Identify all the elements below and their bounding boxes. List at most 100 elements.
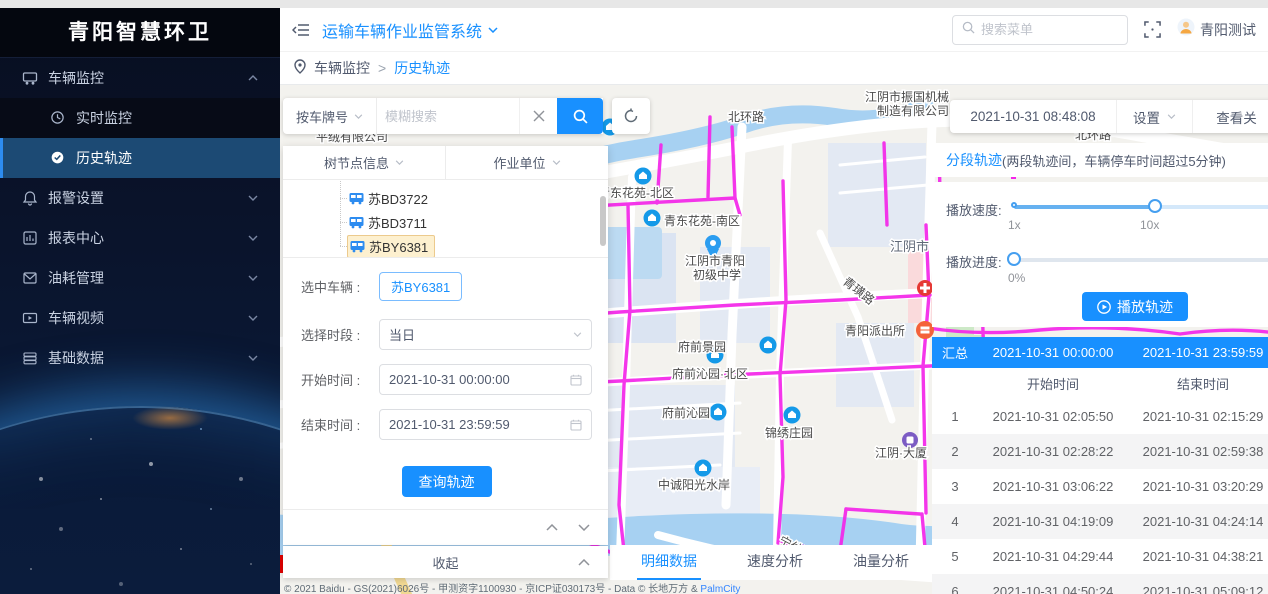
- page-up-icon[interactable]: [546, 524, 558, 531]
- sidebar-item-report-center[interactable]: 报表中心: [0, 218, 280, 258]
- summary-label: 汇总: [932, 343, 978, 362]
- table-row[interactable]: 6 2021-10-31 04:50:24 2021-10-31 05:09:1…: [932, 574, 1268, 594]
- play-track-button[interactable]: 播放轨迹: [1082, 292, 1188, 321]
- menu-search-input[interactable]: [981, 22, 1101, 37]
- refresh-button[interactable]: [612, 98, 650, 134]
- poi-icon[interactable]: [644, 210, 661, 227]
- search-type-select[interactable]: 按车牌号: [283, 98, 377, 134]
- sidebar-item-base-data[interactable]: 基础数据: [0, 338, 280, 378]
- header-right: 青阳测试: [952, 15, 1256, 45]
- user-menu[interactable]: 青阳测试: [1177, 18, 1256, 41]
- bus-icon: [349, 216, 364, 229]
- sidebar-item-vehicle-monitor[interactable]: 车辆监控: [0, 58, 280, 98]
- segment-track-title[interactable]: 分段轨迹: [946, 150, 1002, 170]
- segment-track-header: 分段轨迹 (两段轨迹间，车辆停车时间超过5分钟): [932, 143, 1268, 177]
- page-down-icon[interactable]: [578, 524, 590, 531]
- chevron-down-icon: [248, 315, 258, 321]
- end-time-input[interactable]: 2021-10-31 23:59:59: [379, 409, 592, 440]
- panel-pager: [283, 509, 608, 545]
- hospital-icon[interactable]: [917, 280, 933, 296]
- settings-dropdown[interactable]: 设置: [1116, 100, 1192, 133]
- speed-slider[interactable]: [1014, 205, 1268, 209]
- table-row[interactable]: 3 2021-10-31 03:06:22 2021-10-31 03:20:2…: [932, 469, 1268, 504]
- svg-text:青东花苑-北区: 青东花苑-北区: [598, 185, 674, 200]
- query-track-button[interactable]: 查询轨迹: [402, 466, 492, 497]
- speed-label: 播放速度:: [946, 200, 1002, 219]
- fuzzy-search-input[interactable]: [377, 98, 519, 134]
- poi-icon[interactable]: [760, 337, 777, 354]
- poi-icon[interactable]: [784, 407, 801, 424]
- progress-slider[interactable]: [1014, 258, 1268, 262]
- tab-detail-data[interactable]: 明细数据: [616, 551, 722, 580]
- table-row[interactable]: 5 2021-10-31 04:29:44 2021-10-31 04:38:2…: [932, 539, 1268, 574]
- poi-icon[interactable]: [635, 168, 652, 185]
- table-row[interactable]: 1 2021-10-31 02:05:50 2021-10-31 02:15:2…: [932, 399, 1268, 434]
- breadcrumb-current[interactable]: 历史轨迹: [394, 58, 450, 78]
- col-end-time: 结束时间: [1128, 374, 1268, 393]
- database-icon: [22, 350, 38, 366]
- table-row[interactable]: 2 2021-10-31 02:28:22 2021-10-31 02:59:3…: [932, 434, 1268, 469]
- collapse-panel-button[interactable]: 收起: [283, 546, 608, 578]
- summary-start: 2021-10-31 00:00:00: [978, 345, 1128, 360]
- svg-text:江阴市青阳: 江阴市青阳: [685, 253, 745, 268]
- vehicle-tree: 苏BD3722 苏BD3711 苏BY6381: [283, 180, 608, 258]
- speed-slider-handle[interactable]: [1148, 199, 1162, 213]
- sidebar-item-alarm-settings[interactable]: 报警设置: [0, 178, 280, 218]
- table-summary-row: 汇总 2021-10-31 00:00:00 2021-10-31 23:59:…: [932, 337, 1268, 368]
- query-form: 选中车辆 : 苏BY6381 选择时段 : 当日 开始时间 : 2021-10-…: [283, 258, 608, 497]
- track-query-panel: 树节点信息 作业单位 苏BD3722 苏BD3711: [283, 146, 608, 545]
- chevron-down-icon: [1167, 114, 1176, 119]
- tab-fuel-analysis[interactable]: 油量分析: [828, 551, 934, 580]
- table-row[interactable]: 4 2021-10-31 04:19:09 2021-10-31 04:24:1…: [932, 504, 1268, 539]
- selected-vehicle-tag[interactable]: 苏BY6381: [379, 272, 462, 301]
- svg-text:制造有限公司: 制造有限公司: [877, 104, 949, 118]
- svg-text:府前景园: 府前景园: [678, 339, 726, 354]
- sidebar-item-vehicle-video[interactable]: 车辆视频: [0, 298, 280, 338]
- breadcrumb-section[interactable]: 车辆监控: [314, 58, 370, 78]
- tab-tree-node-info[interactable]: 树节点信息: [283, 146, 445, 179]
- video-icon: [22, 310, 38, 326]
- tree-node-vehicle-selected[interactable]: 苏BY6381: [283, 234, 608, 258]
- poi-icon[interactable]: [695, 460, 712, 477]
- playback-controls: 播放速度: 1x 10x 播放进度: 0% 播放轨迹: [932, 182, 1268, 327]
- svg-text:青东花苑-南区: 青东花苑-南区: [664, 213, 740, 228]
- analysis-tabbar: 明细数据 速度分析 油量分析: [610, 545, 940, 580]
- summary-end: 2021-10-31 23:59:59: [1128, 345, 1268, 360]
- menu-search-box[interactable]: [952, 15, 1128, 45]
- tree-node-vehicle[interactable]: 苏BD3722: [283, 186, 608, 210]
- col-start-time: 开始时间: [978, 374, 1128, 393]
- playback-toolbar: 2021-10-31 08:48:08 设置 查看关: [950, 100, 1268, 133]
- period-select[interactable]: 当日: [379, 319, 592, 350]
- clear-search-button[interactable]: [519, 98, 557, 134]
- svg-text:江阴市: 江阴市: [890, 239, 929, 254]
- system-title[interactable]: 运输车辆作业监管系统: [322, 18, 482, 42]
- progress-slider-handle[interactable]: [1007, 252, 1021, 266]
- tab-work-unit[interactable]: 作业单位: [445, 146, 608, 179]
- period-label: 选择时段 :: [301, 325, 379, 344]
- sidebar-item-label: 车辆监控: [48, 68, 104, 88]
- vehicle-monitor-icon: [22, 70, 38, 86]
- tab-speed-analysis[interactable]: 速度分析: [722, 551, 828, 580]
- sidebar-item-fuel-management[interactable]: 油耗管理: [0, 258, 280, 298]
- sidebar-item-realtime-monitor[interactable]: 实时监控: [0, 98, 280, 138]
- progress-value-mark: 0%: [1008, 271, 1025, 285]
- sidebar: 青阳智慧环卫 车辆监控 实时监控 历史轨: [0, 8, 280, 594]
- poi-icon[interactable]: [710, 404, 727, 421]
- fullscreen-icon[interactable]: [1144, 21, 1161, 38]
- start-time-input[interactable]: 2021-10-31 00:00:00: [379, 364, 592, 395]
- chevron-down-icon: [552, 160, 561, 165]
- tree-node-vehicle[interactable]: 苏BD3711: [283, 210, 608, 234]
- system-switch-caret-icon[interactable]: [488, 27, 498, 33]
- sidebar-collapse-icon[interactable]: [292, 23, 310, 37]
- search-button[interactable]: [557, 98, 603, 134]
- sidebar-item-label: 油耗管理: [48, 268, 104, 288]
- tree-scrollbar[interactable]: [600, 196, 606, 246]
- speed-max-mark: 10x: [1140, 218, 1159, 232]
- sidebar-item-history-track[interactable]: 历史轨迹: [0, 138, 280, 178]
- sidebar-item-label: 车辆视频: [48, 308, 104, 328]
- segment-track-desc: (两段轨迹间，车辆停车时间超过5分钟): [1002, 151, 1226, 170]
- view-related-button[interactable]: 查看关: [1192, 100, 1268, 133]
- realtime-monitor-icon: [50, 110, 66, 126]
- palmcity-link[interactable]: PalmCity: [700, 584, 740, 594]
- tree-tabs: 树节点信息 作业单位: [283, 146, 608, 180]
